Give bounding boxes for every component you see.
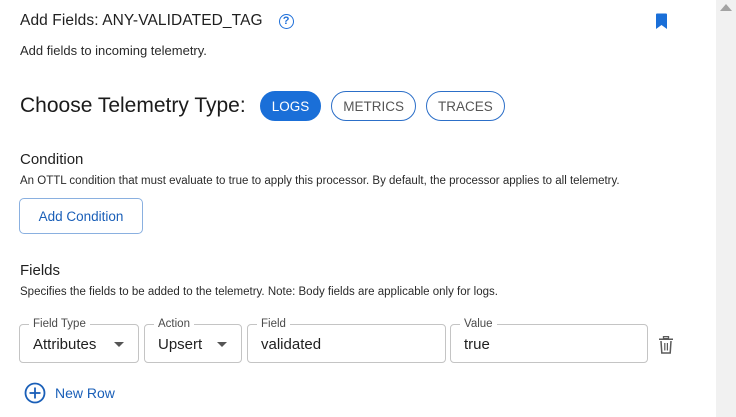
condition-title: Condition [20,151,84,168]
trash-icon[interactable] [658,336,674,354]
chevron-down-icon [217,342,227,347]
bookmark-icon[interactable] [655,13,668,30]
plus-circle-icon [24,382,46,404]
question-circle-icon[interactable]: ? [278,13,294,29]
page-title: Add Fields: ANY-VALIDATED_TAG [20,12,263,29]
vertical-scrollbar[interactable] [716,0,736,417]
new-row-button[interactable]: New Row [24,382,115,404]
field-type-label: Field Type [29,317,90,331]
field-value-input[interactable]: Value true [450,317,648,363]
action-value: Upsert [158,336,203,353]
field-value-label: Value [460,317,497,331]
action-select[interactable]: Action Upsert [144,317,242,363]
condition-description: An OTTL condition that must evaluate to … [20,175,620,187]
add-condition-button[interactable]: Add Condition [19,198,143,234]
field-name-input[interactable]: Field validated [247,317,446,363]
telemetry-type-selector: Choose Telemetry Type: LOGS METRICS TRAC… [20,91,515,121]
processor-config-panel: Add Fields: ANY-VALIDATED_TAG ? Add fiel… [0,0,736,417]
panel-header: Add Fields: ANY-VALIDATED_TAG ? Add fiel… [20,12,676,58]
fields-description: Specifies the fields to be added to the … [20,286,498,298]
field-name-value: validated [261,336,322,353]
chip-metrics[interactable]: METRICS [331,91,416,121]
fields-title: Fields [20,262,61,279]
action-label: Action [154,317,194,331]
chip-logs[interactable]: LOGS [259,91,322,121]
telemetry-type-label: Choose Telemetry Type: [20,94,246,117]
field-name-label: Field [257,317,290,331]
new-row-label: New Row [55,385,115,401]
field-type-value: Attributes [33,336,97,353]
field-type-select[interactable]: Field Type Attributes [19,317,139,363]
chip-traces[interactable]: TRACES [425,91,505,121]
scroll-up-arrow-icon[interactable] [720,4,732,11]
page-subtitle: Add fields to incoming telemetry. [20,43,207,58]
field-value-value: true [464,336,490,353]
title-row: Add Fields: ANY-VALIDATED_TAG ? [20,12,676,30]
chevron-down-icon [114,342,124,347]
